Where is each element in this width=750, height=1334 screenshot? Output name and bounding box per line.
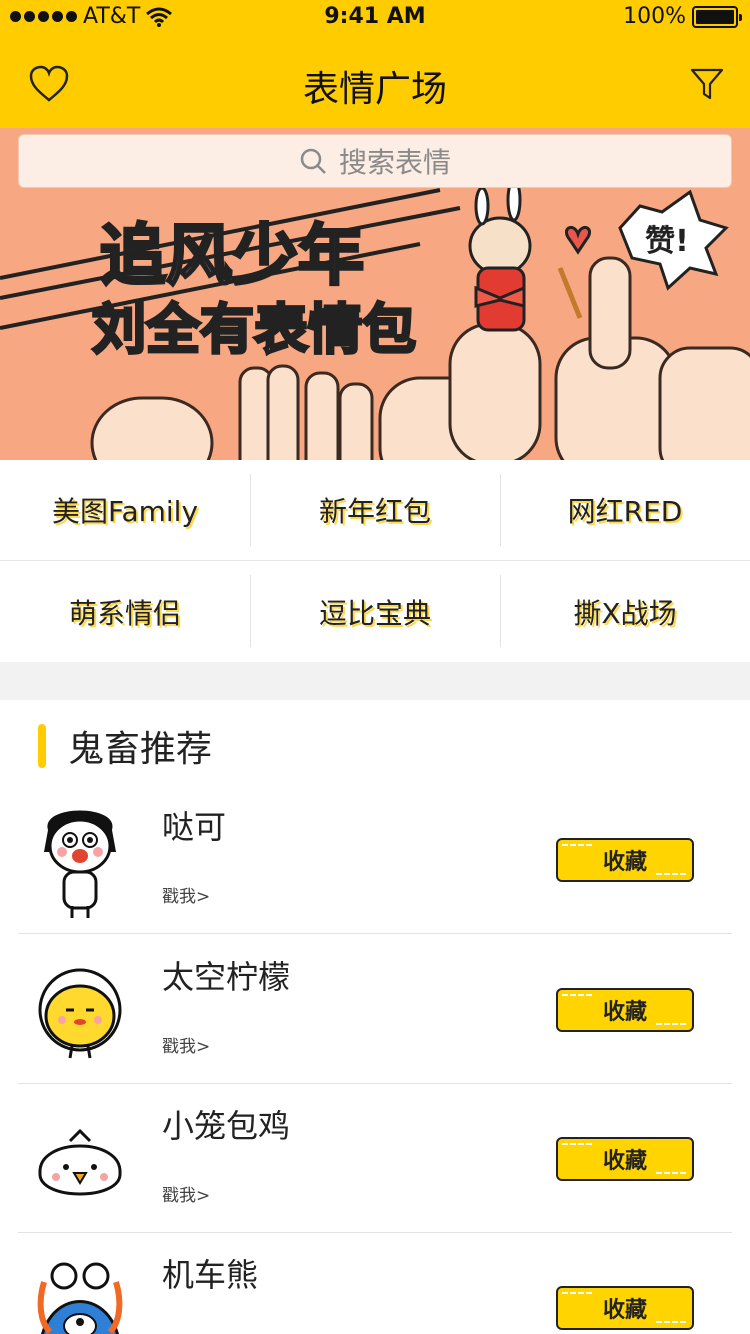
category-meitu-family[interactable]: 美图Family bbox=[0, 460, 250, 560]
search-bar[interactable]: 搜索表情 bbox=[18, 134, 732, 188]
search-placeholder: 搜索表情 bbox=[338, 146, 451, 179]
top-bar: AT&T 9:41 AM 100% 表情广场 bbox=[0, 0, 750, 128]
category-new-year-red-packet[interactable]: 新年红包 bbox=[250, 460, 500, 560]
page-title: 表情广场 bbox=[302, 69, 447, 110]
sticker-moto-bear-avatar bbox=[37, 1262, 123, 1334]
category-grid: 美图Family 新年红包 网红RED 萌系情侣 逗比宝典 撕X战场 bbox=[0, 460, 750, 662]
battery-icon bbox=[692, 5, 742, 28]
banner-title-line1: 追风少年 bbox=[100, 217, 364, 294]
sticker-name: 机车熊 bbox=[162, 1256, 259, 1294]
collect-button-label: 收藏 bbox=[602, 850, 647, 875]
sticker-link[interactable]: 戳我> bbox=[162, 882, 210, 907]
banner-title-line2: 刘全有表情包 bbox=[92, 298, 416, 361]
sticker-lemon-avatar bbox=[38, 968, 122, 1059]
list-item[interactable]: 机车熊 收藏 bbox=[18, 1232, 732, 1334]
sticker-link[interactable]: 戳我> bbox=[162, 1181, 210, 1206]
collect-button-label: 收藏 bbox=[602, 1000, 647, 1025]
section-marker bbox=[38, 724, 46, 768]
section-header: 鬼畜推荐 bbox=[38, 720, 212, 772]
sticker-name: 哒可 bbox=[162, 808, 227, 846]
filter-icon[interactable] bbox=[690, 66, 724, 102]
category-funny-collection[interactable]: 逗比宝典 bbox=[250, 561, 500, 662]
sticker-name: 小笼包鸡 bbox=[162, 1107, 291, 1145]
list-item[interactable]: 哒可 戳我> 收藏 bbox=[18, 784, 732, 934]
category-battlefield[interactable]: 撕X战场 bbox=[500, 561, 750, 662]
promo-banner[interactable]: 赞! 追风少年 刘全有表情包 搜索表情 bbox=[0, 128, 750, 460]
banner-badge: 赞! bbox=[645, 224, 689, 259]
section-title: 鬼畜推荐 bbox=[68, 729, 213, 770]
list-item[interactable]: 小笼包鸡 戳我> 收藏 bbox=[18, 1083, 732, 1233]
category-wanghong-red[interactable]: 网红RED bbox=[500, 460, 750, 560]
collect-button-label: 收藏 bbox=[602, 1149, 647, 1174]
sticker-bun-chicken-avatar bbox=[38, 1128, 122, 1196]
sticker-girl-avatar bbox=[44, 810, 116, 918]
status-bar: AT&T 9:41 AM 100% bbox=[0, 0, 750, 36]
category-cute-couples[interactable]: 萌系情侣 bbox=[0, 561, 250, 662]
collect-button[interactable]: 收藏 bbox=[556, 1137, 694, 1181]
collect-button[interactable]: 收藏 bbox=[556, 988, 694, 1032]
collect-button-label: 收藏 bbox=[602, 1298, 647, 1323]
list-item[interactable]: 太空柠檬 戳我> 收藏 bbox=[18, 934, 732, 1084]
section-divider bbox=[0, 662, 750, 700]
battery-percent: 100% bbox=[623, 4, 686, 29]
collect-button[interactable]: 收藏 bbox=[556, 1286, 694, 1330]
collect-button[interactable]: 收藏 bbox=[556, 838, 694, 882]
sticker-link[interactable]: 戳我> bbox=[162, 1032, 210, 1057]
sticker-name: 太空柠檬 bbox=[162, 958, 291, 996]
search-icon bbox=[300, 148, 326, 174]
